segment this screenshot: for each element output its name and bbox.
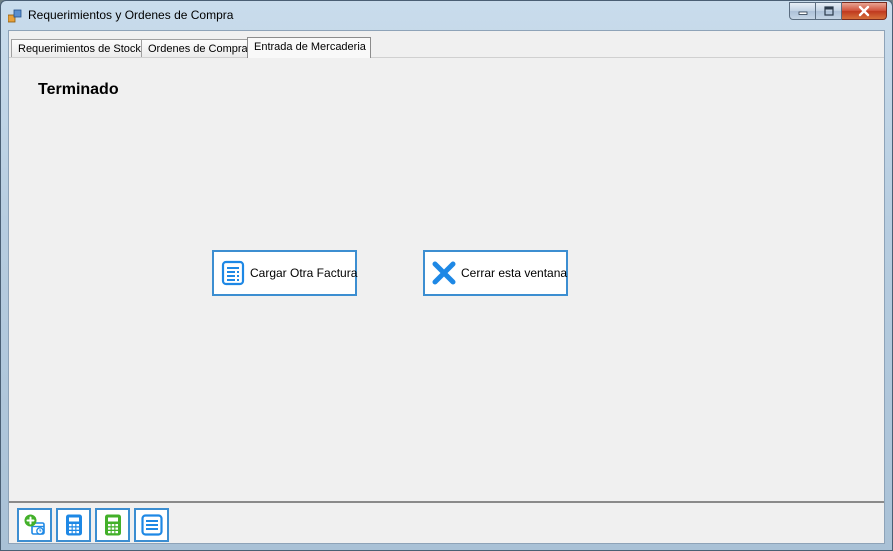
close-icon (858, 5, 870, 17)
close-window-button[interactable] (842, 2, 887, 20)
client-area: Requerimientos de Stock Ordenes de Compr… (8, 30, 885, 544)
list-icon (140, 514, 163, 536)
bottom-toolbar (9, 501, 884, 543)
close-this-window-button[interactable]: Cerrar esta ventana (423, 250, 568, 296)
maximize-button[interactable] (816, 2, 842, 20)
toolbar-calculator-green-button[interactable] (95, 508, 130, 542)
close-x-icon (432, 261, 456, 285)
calculator-green-icon (104, 514, 121, 536)
load-another-invoice-button[interactable]: Cargar Otra Factura (212, 250, 357, 296)
calculator-blue-icon (65, 514, 82, 536)
tab-strip: Requerimientos de Stock Ordenes de Compr… (9, 31, 884, 58)
toolbar-list-button[interactable] (134, 508, 169, 542)
close-window-label: Cerrar esta ventana (461, 266, 568, 280)
minimize-icon (798, 11, 807, 15)
invoice-icon (221, 260, 245, 286)
tab-requerimientos-stock[interactable]: Requerimientos de Stock (11, 39, 142, 58)
tab-entrada-mercaderia[interactable]: Entrada de Mercaderia (247, 37, 371, 58)
minimize-button[interactable] (789, 2, 816, 20)
tab-label: Requerimientos de Stock (18, 43, 141, 55)
tab-label: Ordenes de Compra (148, 43, 248, 55)
window-controls (789, 2, 887, 21)
toolbar-add-schedule-button[interactable] (17, 508, 52, 542)
toolbar-calculator-blue-button[interactable] (56, 508, 91, 542)
tab-ordenes-compra[interactable]: Ordenes de Compra (141, 39, 248, 58)
app-window: Requerimientos y Ordenes de Compra Reque… (0, 0, 893, 551)
tab-label: Entrada de Mercaderia (254, 41, 366, 53)
title-bar[interactable]: Requerimientos y Ordenes de Compra (1, 1, 892, 31)
status-title: Terminado (38, 81, 119, 98)
maximize-icon (823, 6, 834, 16)
tab-page-entrada-mercaderia: Terminado Cargar Otra Factura Cerrar est… (9, 58, 884, 506)
app-icon (8, 9, 22, 23)
window-title: Requerimientos y Ordenes de Compra (28, 8, 234, 22)
add-schedule-icon (24, 514, 45, 535)
load-invoice-label: Cargar Otra Factura (250, 266, 358, 280)
